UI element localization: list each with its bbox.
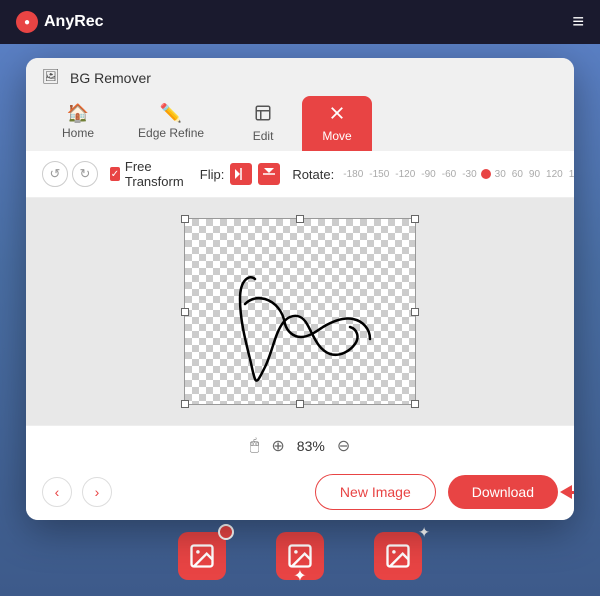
edge-refine-tab-icon: ✏️	[160, 104, 182, 122]
hamburger-menu[interactable]: ≡	[572, 11, 584, 34]
rotate-val-neg150: -150	[366, 169, 392, 180]
tab-home[interactable]: 🏠 Home	[42, 96, 114, 151]
handle-right-middle[interactable]	[411, 308, 419, 316]
logo-icon: ●	[16, 11, 38, 33]
download-button[interactable]: Download	[448, 475, 558, 509]
controls-bar: ↺ ↻ ✓ Free Transform Flip:	[26, 151, 574, 198]
prev-button[interactable]: ‹	[42, 477, 72, 507]
modal-header-icon: 🖼	[42, 68, 62, 88]
move-tab-icon	[328, 104, 346, 125]
signature-image	[185, 219, 415, 404]
modal-header-title: BG Remover	[70, 70, 151, 86]
rotate-indicator	[481, 169, 491, 179]
handle-bottom-middle[interactable]	[296, 400, 304, 408]
edit-tab-icon	[254, 104, 272, 125]
rotate-val-150: 150	[566, 169, 574, 180]
handle-bottom-left[interactable]	[181, 400, 189, 408]
action-buttons: New Image Download	[315, 474, 558, 510]
zoom-percent: 83%	[297, 438, 325, 454]
image-frame[interactable]	[184, 218, 416, 405]
rotate-val-neg180: -180	[340, 169, 366, 180]
tab-edit[interactable]: Edit	[228, 96, 298, 151]
rotate-ruler[interactable]: -180 -150 -120 -90 -60 -30 30 60 90 120 …	[340, 169, 574, 180]
top-navigation: ● AnyRec ≡	[0, 0, 600, 44]
bottom-action-bar: ‹ › New Image Download	[26, 466, 574, 520]
logo: ● AnyRec	[16, 11, 104, 33]
arrow-shaft	[566, 491, 574, 494]
undo-button[interactable]: ↺	[42, 161, 68, 187]
checkbox-checked-icon: ✓	[110, 167, 120, 181]
zoom-in-icon[interactable]: ⊕	[271, 436, 284, 456]
edge-refine-tab-label: Edge Refine	[138, 126, 204, 140]
free-transform-label: Free Transform	[125, 159, 188, 189]
handle-top-left[interactable]	[181, 215, 189, 223]
rotate-section: Rotate: -180 -150 -120 -90 -60 -30 30 60…	[292, 167, 574, 182]
zoom-out-icon[interactable]: ⊖	[337, 436, 350, 456]
zoom-cursor-icon: 🖱	[250, 437, 260, 455]
undo-redo-group: ↺ ↻	[42, 161, 98, 187]
rotate-val-neg90: -90	[418, 169, 438, 180]
move-tab-label: Move	[322, 129, 351, 143]
handle-top-right[interactable]	[411, 215, 419, 223]
rotate-val-neg30: -30	[459, 169, 479, 180]
next-button[interactable]: ›	[82, 477, 112, 507]
flip-horizontal-button[interactable]	[230, 163, 252, 185]
flip-section: Flip:	[200, 163, 281, 185]
home-tab-icon: 🏠	[67, 104, 89, 122]
tab-move[interactable]: Move	[302, 96, 372, 151]
tab-edge-refine[interactable]: ✏️ Edge Refine	[118, 96, 224, 151]
home-tab-label: Home	[62, 126, 94, 140]
nav-buttons: ‹ ›	[42, 477, 112, 507]
new-image-button[interactable]: New Image	[315, 474, 436, 510]
flip-label: Flip:	[200, 167, 225, 182]
rotate-val-neg120: -120	[392, 169, 418, 180]
rotate-val-120: 120	[543, 169, 566, 180]
canvas-area	[26, 198, 574, 425]
arrow-head	[560, 485, 572, 499]
bg-remover-modal: 🖼 BG Remover 🏠 Home ✏️ Edge Refine	[26, 58, 574, 520]
handle-top-middle[interactable]	[296, 215, 304, 223]
edit-tab-label: Edit	[253, 129, 274, 143]
handle-left-middle[interactable]	[181, 308, 189, 316]
app-name: AnyRec	[44, 13, 104, 31]
toolbar-tabs: 🏠 Home ✏️ Edge Refine Edit	[26, 88, 574, 151]
checkerboard-canvas	[185, 219, 415, 404]
modal-overlay: 🖼 BG Remover 🏠 Home ✏️ Edge Refine	[0, 44, 600, 596]
zoom-bar: 🖱 ⊕ 83% ⊖	[26, 425, 574, 466]
flip-vertical-button[interactable]	[258, 163, 280, 185]
rotate-val-30: 30	[492, 169, 509, 180]
arrow-indicator	[566, 491, 574, 494]
rotate-val-90: 90	[526, 169, 543, 180]
download-button-wrap: Download	[448, 475, 558, 509]
handle-bottom-right[interactable]	[411, 400, 419, 408]
free-transform-toggle[interactable]: ✓ Free Transform	[110, 159, 188, 189]
rotate-val-60: 60	[509, 169, 526, 180]
rotate-label: Rotate:	[292, 167, 334, 182]
modal-header: 🖼 BG Remover	[26, 58, 574, 88]
rotate-val-neg60: -60	[439, 169, 459, 180]
redo-button[interactable]: ↻	[72, 161, 98, 187]
